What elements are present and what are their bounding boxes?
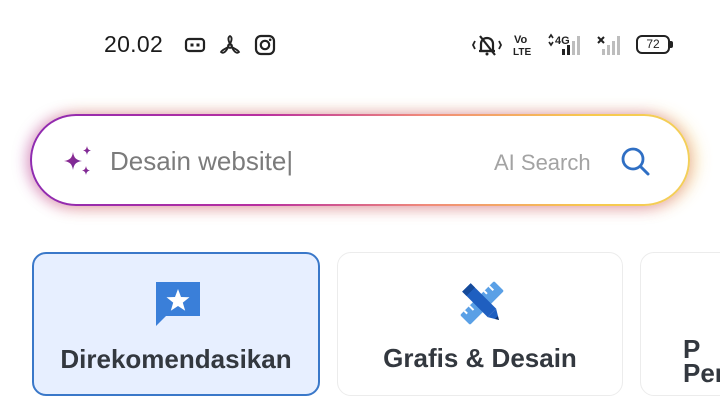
svg-text:Vo: Vo (514, 34, 528, 46)
pencil-ruler-icon (460, 281, 504, 325)
instagram-icon (254, 34, 276, 56)
category-label: P Per (683, 334, 720, 388)
category-card-direkomendasikan[interactable]: Direkomendasikan (32, 252, 320, 396)
status-bar: 20.02 Vo LTE 4G 72 (0, 0, 720, 90)
status-clock: 20.02 (104, 31, 164, 57)
screen-record-icon (184, 37, 206, 53)
no-signal-icon (597, 36, 620, 55)
category-label: Grafis & Desain (383, 343, 577, 373)
category-card-grafis-desain[interactable]: Grafis & Desain (337, 252, 623, 396)
battery-level: 72 (646, 37, 660, 51)
volte-icon: Vo LTE (513, 34, 531, 58)
category-card-partial[interactable]: P Per (640, 252, 720, 396)
sparkle-icon (64, 146, 91, 175)
signal-icon: 4G (548, 33, 580, 55)
search-button[interactable] (616, 142, 656, 182)
fan-icon (219, 34, 241, 54)
search-inner: AI Search (32, 116, 688, 204)
mute-icon (471, 35, 503, 56)
search-input[interactable] (110, 138, 490, 184)
svg-text:LTE: LTE (513, 47, 531, 58)
battery-icon: 72 (636, 35, 673, 54)
category-label: Direkomendasikan (60, 344, 292, 374)
search-icon (621, 147, 650, 176)
star-message-icon (156, 282, 200, 326)
ai-search-label: AI Search (494, 150, 591, 175)
ai-search-bar[interactable]: AI Search (30, 114, 690, 206)
